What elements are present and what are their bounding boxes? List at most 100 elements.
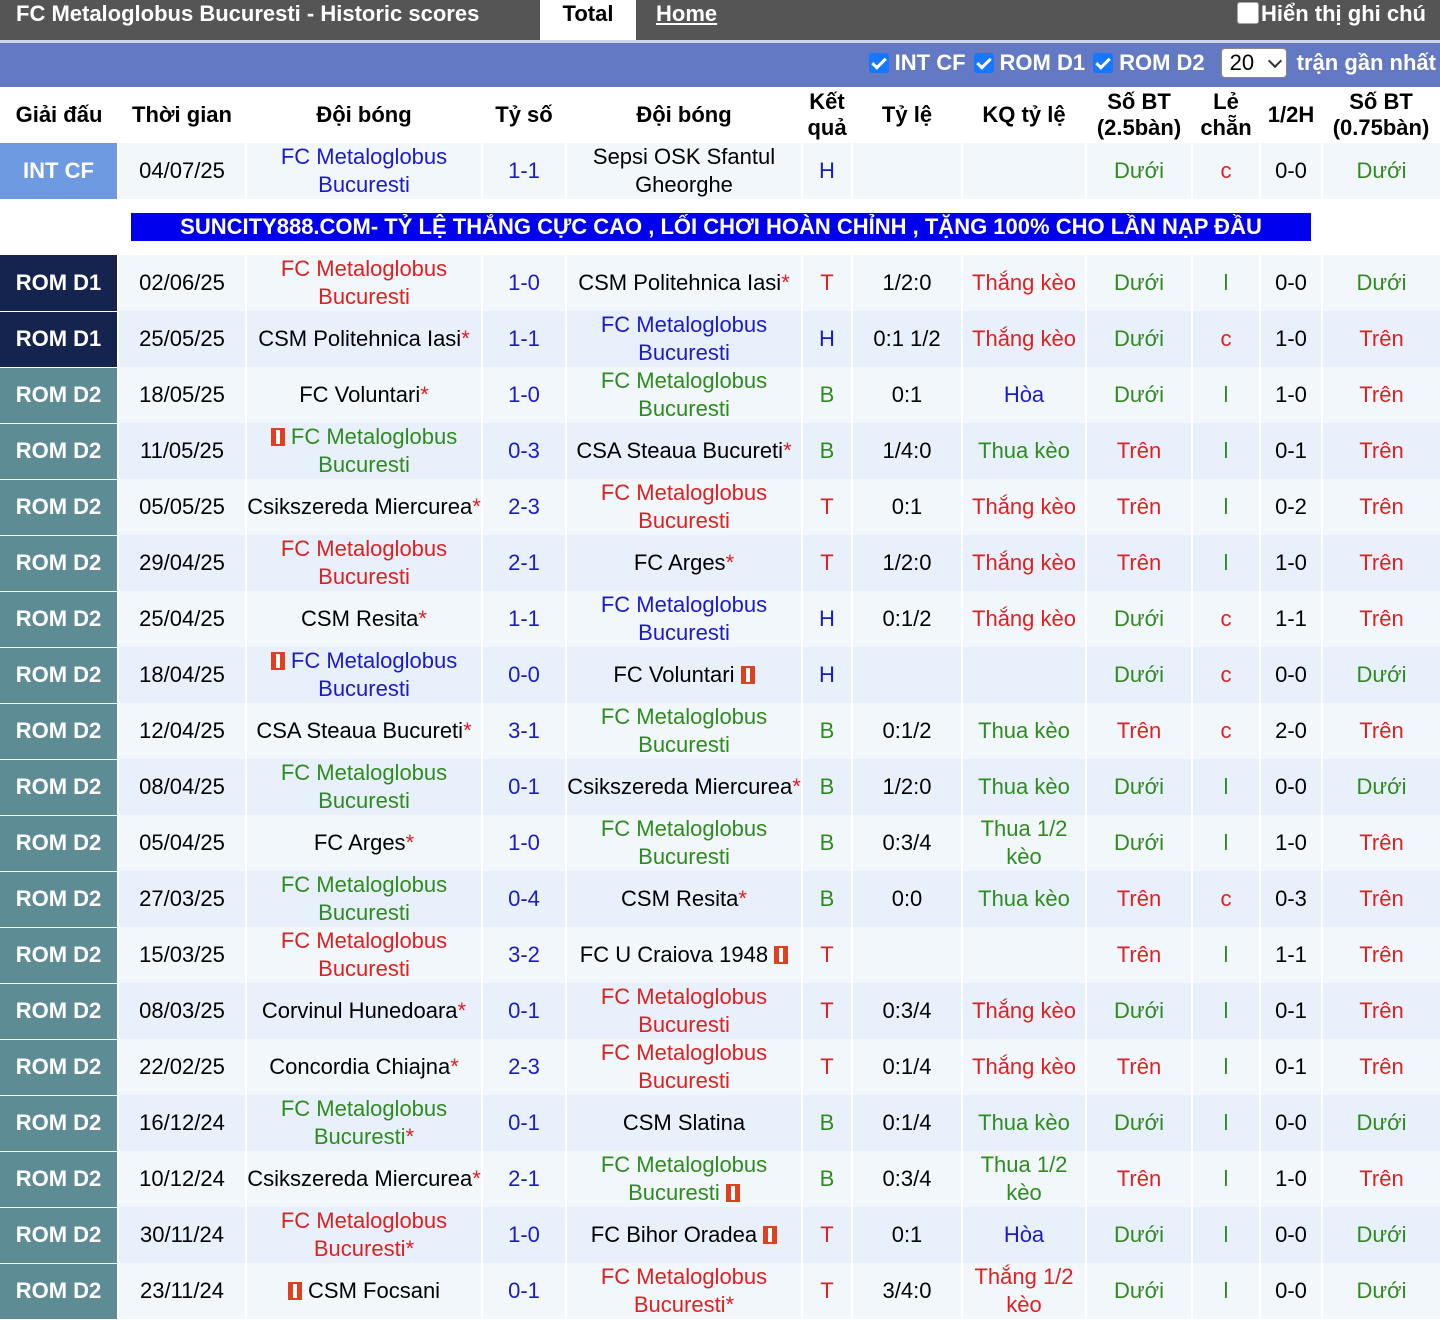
match-score[interactable]: 1-1: [481, 311, 566, 367]
match-score[interactable]: 1-0: [481, 367, 566, 423]
home-team-cell[interactable]: Concordia Chiajna*: [245, 1039, 482, 1095]
team-name[interactable]: FC Metaloglobus Bucuresti: [281, 256, 447, 309]
team-name[interactable]: FC Metaloglobus Bucuresti: [291, 424, 457, 477]
team-name[interactable]: FC Metaloglobus Bucuresti: [601, 816, 767, 869]
match-score[interactable]: 0-1: [481, 1095, 566, 1151]
tab-home[interactable]: Home: [656, 0, 717, 28]
match-score[interactable]: 0-1: [481, 1263, 566, 1319]
match-score[interactable]: 0-3: [481, 423, 566, 479]
match-score[interactable]: 1-0: [481, 1207, 566, 1263]
league-badge[interactable]: ROM D2: [0, 591, 118, 648]
away-team-cell[interactable]: FC Metaloglobus Bucuresti: [565, 479, 802, 535]
team-name[interactable]: FC Voluntari: [299, 382, 420, 407]
show-notes-checkbox[interactable]: [1237, 2, 1259, 24]
filter-rom-d2[interactable]: ROM D2: [1093, 50, 1205, 76]
away-team-cell[interactable]: CSM Slatina: [565, 1095, 802, 1151]
league-badge[interactable]: ROM D2: [0, 367, 118, 424]
league-badge[interactable]: ROM D2: [0, 815, 118, 872]
league-badge[interactable]: ROM D1: [0, 255, 118, 312]
away-team-cell[interactable]: Csikszereda Miercurea*: [565, 759, 802, 815]
team-name[interactable]: Csikszereda Miercurea: [568, 774, 792, 799]
league-badge[interactable]: ROM D2: [0, 1207, 118, 1264]
team-name[interactable]: FC Metaloglobus Bucuresti: [601, 984, 767, 1037]
home-team-cell[interactable]: FC Voluntari*: [245, 367, 482, 423]
away-team-cell[interactable]: Sepsi OSK Sfantul Gheorghe: [565, 143, 802, 199]
league-badge[interactable]: ROM D2: [0, 535, 118, 592]
away-team-cell[interactable]: CSA Steaua Bucureti*: [565, 423, 802, 479]
team-name[interactable]: Sepsi OSK Sfantul Gheorghe: [593, 144, 775, 197]
team-name[interactable]: FC Metaloglobus Bucuresti: [601, 704, 767, 757]
team-name[interactable]: CSM Politehnica Iasi: [578, 270, 781, 295]
away-team-cell[interactable]: FC Bihor Oradea: [565, 1207, 802, 1263]
league-badge[interactable]: ROM D2: [0, 423, 118, 480]
away-team-cell[interactable]: FC Metaloglobus Bucuresti: [565, 983, 802, 1039]
team-name[interactable]: FC Metaloglobus Bucuresti: [281, 144, 447, 197]
away-team-cell[interactable]: FC Metaloglobus Bucuresti: [565, 367, 802, 423]
home-team-cell[interactable]: FC Metaloglobus Bucuresti: [245, 927, 482, 983]
team-name[interactable]: FC Metaloglobus Bucuresti: [601, 1040, 767, 1093]
home-team-cell[interactable]: CSM Politehnica Iasi*: [245, 311, 482, 367]
league-badge[interactable]: ROM D2: [0, 1151, 118, 1208]
match-score[interactable]: 2-1: [481, 535, 566, 591]
home-team-cell[interactable]: FC Metaloglobus Bucuresti: [245, 759, 482, 815]
checkbox-rom-d2[interactable]: [1093, 53, 1114, 73]
away-team-cell[interactable]: FC Voluntari: [565, 647, 802, 703]
away-team-cell[interactable]: FC Metaloglobus Bucuresti*: [565, 1263, 802, 1319]
team-name[interactable]: FC Metaloglobus Bucuresti: [281, 928, 447, 981]
away-team-cell[interactable]: FC Metaloglobus Bucuresti: [565, 815, 802, 871]
away-team-cell[interactable]: CSM Resita*: [565, 871, 802, 927]
match-score[interactable]: 0-4: [481, 871, 566, 927]
team-name[interactable]: FC Metaloglobus Bucuresti: [281, 536, 447, 589]
home-team-cell[interactable]: Csikszereda Miercurea*: [245, 1151, 482, 1207]
team-name[interactable]: FC Metaloglobus Bucuresti: [281, 1096, 447, 1149]
team-name[interactable]: CSM Slatina: [623, 1110, 745, 1135]
away-team-cell[interactable]: FC Metaloglobus Bucuresti: [565, 703, 802, 759]
team-name[interactable]: FC Metaloglobus Bucuresti: [601, 480, 767, 533]
team-name[interactable]: CSM Resita: [301, 606, 418, 631]
team-name[interactable]: CSM Resita: [621, 886, 738, 911]
team-name[interactable]: FC Metaloglobus Bucuresti: [601, 592, 767, 645]
home-team-cell[interactable]: CSA Steaua Bucureti*: [245, 703, 482, 759]
away-team-cell[interactable]: FC Metaloglobus Bucuresti: [565, 591, 802, 647]
league-badge[interactable]: ROM D2: [0, 983, 118, 1040]
away-team-cell[interactable]: FC U Craiova 1948: [565, 927, 802, 983]
team-name[interactable]: Csikszereda Miercurea: [248, 1166, 472, 1191]
home-team-cell[interactable]: CSM Resita*: [245, 591, 482, 647]
league-badge[interactable]: ROM D2: [0, 703, 118, 760]
team-name[interactable]: CSM Politehnica Iasi: [258, 326, 461, 351]
league-badge[interactable]: ROM D2: [0, 927, 118, 984]
league-badge[interactable]: ROM D2: [0, 759, 118, 816]
match-count-select[interactable]: 20: [1220, 48, 1287, 78]
team-name[interactable]: FC Metaloglobus Bucuresti: [291, 648, 457, 701]
ad-banner[interactable]: SUNCITY888.COM- TỶ LỆ THẮNG CỰC CAO , LỐ…: [131, 213, 1311, 242]
league-badge[interactable]: ROM D2: [0, 1039, 118, 1096]
away-team-cell[interactable]: FC Arges*: [565, 535, 802, 591]
team-name[interactable]: Corvinul Hunedoara: [262, 998, 458, 1023]
match-score[interactable]: 3-1: [481, 703, 566, 759]
team-name[interactable]: FC Bihor Oradea: [591, 1222, 757, 1247]
match-score[interactable]: 1-0: [481, 255, 566, 311]
team-name[interactable]: FC Metaloglobus Bucuresti: [601, 1152, 767, 1205]
league-badge[interactable]: ROM D2: [0, 871, 118, 928]
team-name[interactable]: FC Arges: [314, 830, 406, 855]
league-badge[interactable]: ROM D2: [0, 479, 118, 536]
team-name[interactable]: FC Metaloglobus Bucuresti: [601, 368, 767, 421]
away-team-cell[interactable]: FC Metaloglobus Bucuresti: [565, 311, 802, 367]
team-name[interactable]: FC U Craiova 1948: [580, 942, 768, 967]
home-team-cell[interactable]: CSM Focsani: [245, 1263, 482, 1319]
home-team-cell[interactable]: Corvinul Hunedoara*: [245, 983, 482, 1039]
away-team-cell[interactable]: CSM Politehnica Iasi*: [565, 255, 802, 311]
match-score[interactable]: 2-3: [481, 479, 566, 535]
home-team-cell[interactable]: FC Metaloglobus Bucuresti: [245, 143, 482, 199]
team-name[interactable]: FC Metaloglobus Bucuresti: [601, 312, 767, 365]
league-badge[interactable]: ROM D2: [0, 1095, 118, 1152]
team-name[interactable]: CSA Steaua Bucureti: [576, 438, 783, 463]
home-team-cell[interactable]: FC Metaloglobus Bucuresti*: [245, 1207, 482, 1263]
home-team-cell[interactable]: FC Metaloglobus Bucuresti: [245, 255, 482, 311]
team-name[interactable]: Concordia Chiajna: [269, 1054, 450, 1079]
team-name[interactable]: CSM Focsani: [308, 1278, 440, 1303]
team-name[interactable]: CSA Steaua Bucureti: [256, 718, 463, 743]
match-score[interactable]: 3-2: [481, 927, 566, 983]
match-score[interactable]: 1-1: [481, 143, 566, 199]
team-name[interactable]: FC Voluntari: [613, 662, 734, 687]
